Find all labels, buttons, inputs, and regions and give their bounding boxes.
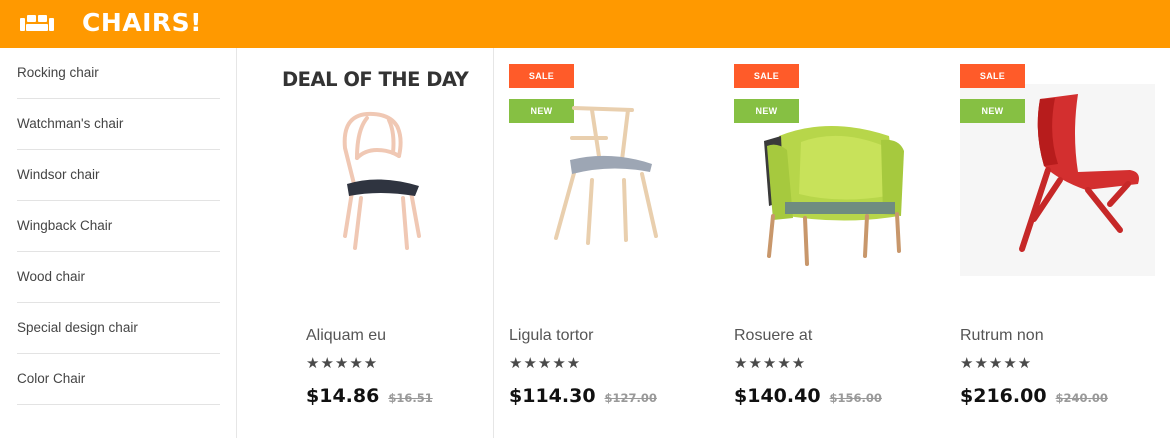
old-price: $127.00 (604, 391, 657, 405)
price-block: $140.40 $156.00 (734, 385, 882, 407)
sidebar-item-windsor-chair[interactable]: Windsor chair (17, 150, 220, 201)
category-title: CHAIRS! (82, 8, 203, 37)
bentwood-chair-image[interactable] (327, 108, 437, 253)
product-card-rosuere-at[interactable]: SALE NEW Rosuere at ★★★★★ $140.40 $156.0… (719, 48, 945, 438)
price-block: $114.30 $127.00 (509, 385, 657, 407)
current-price: $114.30 (509, 385, 596, 407)
wooden-chair-image[interactable] (544, 98, 684, 248)
sale-badge: SALE (960, 64, 1025, 88)
old-price: $240.00 (1055, 391, 1108, 405)
product-name[interactable]: Rosuere at (734, 327, 812, 345)
product-card-aliquam-eu[interactable]: Aliquam eu ★★★★★ $14.86 $16.51 (237, 48, 494, 438)
sidebar-item-rocking-chair[interactable]: Rocking chair (17, 48, 220, 99)
product-card-rutrum-non[interactable]: SALE NEW Rutrum non ★★★★★ $216.00 $240.0… (945, 48, 1170, 438)
sale-badge: SALE (509, 64, 574, 88)
product-card-ligula-tortor[interactable]: SALE NEW Ligula tortor ★★★★★ $114.30 $12… (494, 48, 719, 438)
old-price: $156.00 (829, 391, 882, 405)
old-price: $16.51 (388, 391, 433, 405)
green-armchair-image[interactable] (759, 106, 914, 266)
sidebar-item-watchmans-chair[interactable]: Watchman's chair (17, 99, 220, 150)
sale-badge: SALE (734, 64, 799, 88)
rating-stars: ★★★★★ (734, 355, 807, 372)
rating-stars: ★★★★★ (509, 355, 582, 372)
rating-stars: ★★★★★ (960, 355, 1033, 372)
current-price: $216.00 (960, 385, 1047, 407)
sidebar-item-special-design-chair[interactable]: Special design chair (17, 303, 220, 354)
price-block: $216.00 $240.00 (960, 385, 1108, 407)
current-price: $140.40 (734, 385, 821, 407)
sofa-icon (20, 15, 54, 31)
sidebar-item-wingback-chair[interactable]: Wingback Chair (17, 201, 220, 252)
rating-stars: ★★★★★ (306, 355, 379, 372)
category-header: CHAIRS! (0, 0, 1170, 48)
sidebar-item-color-chair[interactable]: Color Chair (17, 354, 220, 405)
product-name[interactable]: Aliquam eu (306, 327, 386, 345)
red-design-chair-image[interactable] (1000, 94, 1150, 259)
sidebar-item-wood-chair[interactable]: Wood chair (17, 252, 220, 303)
product-name[interactable]: Ligula tortor (509, 327, 594, 345)
price-block: $14.86 $16.51 (306, 385, 433, 407)
category-sidebar: Rocking chair Watchman's chair Windsor c… (0, 48, 237, 438)
current-price: $14.86 (306, 385, 380, 407)
product-name[interactable]: Rutrum non (960, 327, 1044, 345)
